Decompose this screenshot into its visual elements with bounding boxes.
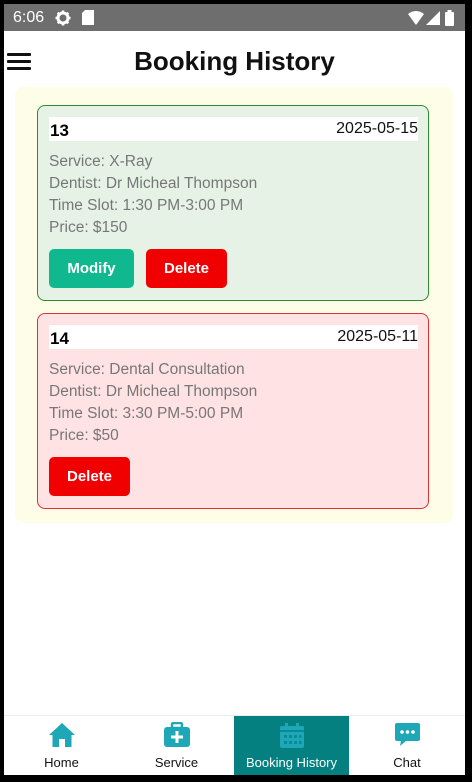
app-header: Booking History bbox=[4, 31, 465, 89]
home-icon bbox=[48, 722, 76, 751]
nav-label-chat: Chat bbox=[393, 755, 421, 770]
booking-date: 2025-05-15 bbox=[336, 120, 418, 137]
nav-item-service[interactable]: Service bbox=[119, 716, 234, 775]
booking-time-slot: Time Slot: 1:30 PM-3:00 PM bbox=[49, 197, 244, 214]
booking-price: Price: $50 bbox=[49, 427, 119, 444]
signal-icon bbox=[426, 11, 440, 30]
booking-card: 14 2025-05-11 Service: Dental Consultati… bbox=[37, 313, 429, 509]
nav-label-booking-history: Booking History bbox=[245, 755, 338, 770]
booking-card: 13 2025-05-15 Service: X-Ray Dentist: Dr… bbox=[37, 105, 429, 301]
booking-list: 13 2025-05-15 Service: X-Ray Dentist: Dr… bbox=[15, 87, 453, 523]
booking-time-slot: Time Slot: 3:30 PM-5:00 PM bbox=[49, 405, 244, 422]
chat-icon bbox=[394, 722, 421, 751]
battery-icon bbox=[445, 10, 454, 31]
booking-service: Service: X-Ray bbox=[49, 153, 153, 170]
booking-card-header: 13 2025-05-15 bbox=[49, 117, 418, 141]
booking-id: 14 bbox=[50, 329, 69, 348]
medical-kit-icon bbox=[163, 721, 191, 751]
booking-date: 2025-05-11 bbox=[337, 328, 418, 345]
booking-id: 13 bbox=[50, 121, 69, 140]
status-bar: 6:06 bbox=[4, 4, 465, 31]
nav-label-home: Home bbox=[44, 755, 79, 770]
settings-gear-icon bbox=[55, 10, 71, 31]
page-title: Booking History bbox=[134, 46, 335, 76]
nav-item-booking-history[interactable]: Booking History bbox=[234, 716, 349, 775]
booking-price: Price: $150 bbox=[49, 219, 128, 236]
wifi-icon bbox=[408, 11, 424, 30]
delete-button[interactable]: Delete bbox=[49, 457, 130, 496]
booking-dentist: Dentist: Dr Micheal Thompson bbox=[49, 175, 258, 192]
booking-dentist: Dentist: Dr Micheal Thompson bbox=[49, 383, 258, 400]
nav-label-service: Service bbox=[154, 755, 199, 770]
booking-service: Service: Dental Consultation bbox=[49, 361, 245, 378]
delete-button[interactable]: Delete bbox=[146, 249, 227, 288]
sd-card-icon bbox=[82, 10, 94, 30]
nav-item-chat[interactable]: Chat bbox=[349, 716, 465, 775]
app-screen: 6:06 Booking History 13 2025-05-15 Servi… bbox=[4, 4, 465, 775]
booking-card-header: 14 2025-05-11 bbox=[49, 325, 418, 349]
modify-button[interactable]: Modify bbox=[49, 249, 134, 288]
calendar-icon bbox=[278, 722, 306, 753]
nav-item-home[interactable]: Home bbox=[4, 716, 119, 775]
bottom-navigation: Home Service Booking History Chat bbox=[4, 715, 465, 775]
status-time: 6:06 bbox=[13, 9, 45, 26]
